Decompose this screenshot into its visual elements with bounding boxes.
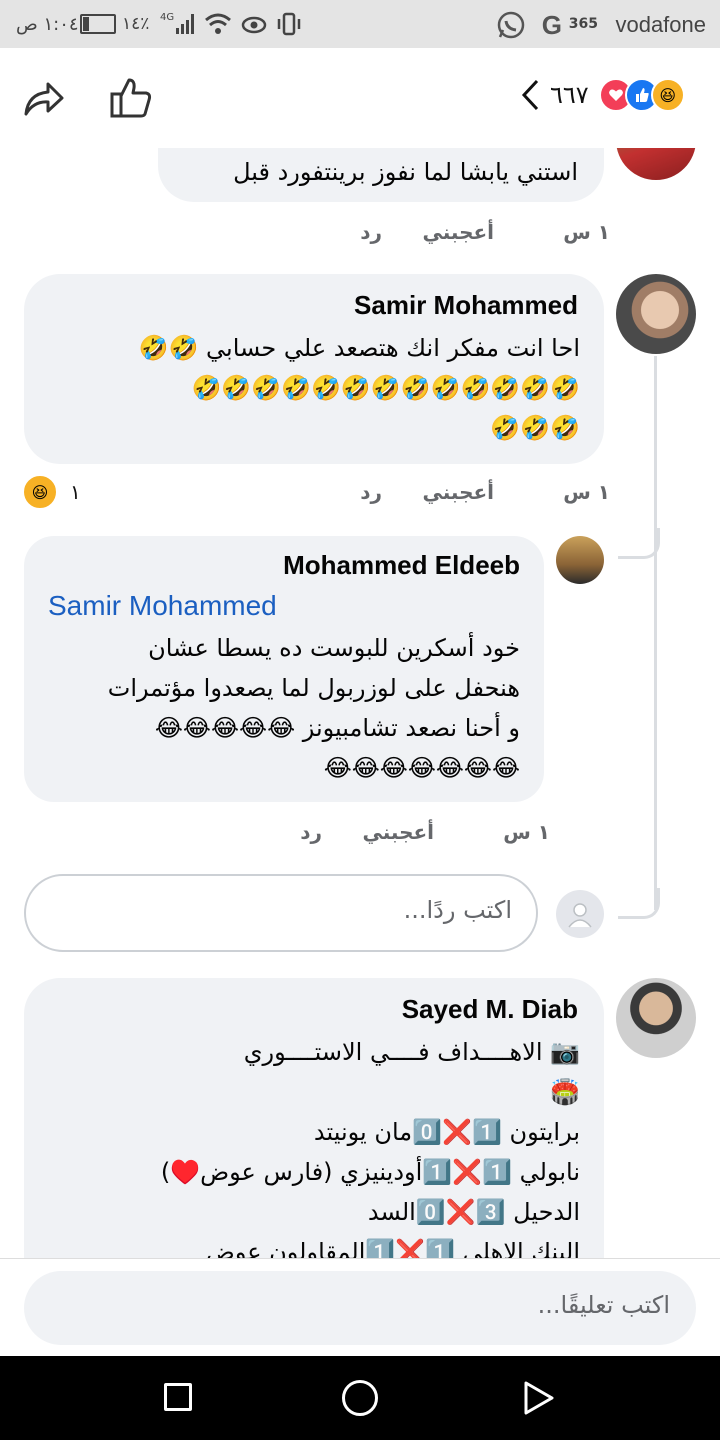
comment-line: 🤣🤣🤣🤣🤣🤣🤣🤣🤣🤣🤣🤣🤣 [191,374,580,402]
reactions-summary[interactable]: ٦٦٧ 😆 [520,78,685,112]
reply-input-placeholder: اكتب ردًا... [403,896,512,924]
like-icon[interactable] [108,76,154,120]
comment-time: ١ س [563,220,610,244]
comment-line: البنك الاهلي 1️⃣❌1️⃣المقاولون عوض [205,1238,580,1258]
reply-avatar[interactable] [556,536,604,584]
comment-line: و أحنا نصعد تشامبيونز 😂😂😂😂😂 [154,714,520,742]
comment-line: خود أسكرين للبوست ده يسطا عشان [148,634,520,662]
comment-text: احا انت مفكر انك هتصعد علي حسابي 🤣🤣 🤣🤣🤣🤣… [40,328,580,448]
status-bar: ١:٠٤ ص ١٤٪ 4G vodafone 365 G [0,0,720,48]
reply-link[interactable]: رد [360,480,382,504]
comment-input-placeholder: اكتب تعليقًا... [537,1291,670,1319]
thread-line [654,356,657,910]
share-icon[interactable] [22,78,66,118]
comment-author[interactable]: Sayed M. Diab [402,994,578,1025]
back-button[interactable] [522,1380,556,1416]
system-nav-bar [0,1356,720,1440]
comment-line: 🏟️ [550,1078,580,1106]
thread-connector [618,888,660,919]
reply-link[interactable]: رد [300,820,322,844]
like-link[interactable]: أعجبني [423,480,495,504]
comment-time: ١ س [563,480,610,504]
comment-input[interactable]: اكتب تعليقًا... [24,1271,696,1345]
carrier-name: vodafone [615,12,706,37]
reaction-count: ١ [70,480,81,504]
comment-bubble: Samir Mohammed احا انت مفكر انك هتصعد عل… [24,274,604,464]
network-type: 4G [160,12,175,23]
comment-avatar[interactable] [616,978,696,1058]
status-time: ١:٠٤ ص [16,14,79,35]
comment-composer: اكتب تعليقًا... [0,1258,720,1357]
like-link[interactable]: أعجبني [423,220,495,244]
comment-line: الدحيل 3️⃣❌0️⃣السد [367,1198,580,1226]
comment-line: 😂😂😂😂😂😂😂 [323,754,520,782]
comment-line: هنحفل على لوزربول لما يصعدوا مؤتمرات [107,674,520,702]
comment-line: نابولي 1️⃣❌1️⃣أودينيزي (فارس عوض♥️) [160,1158,580,1186]
mention-link[interactable]: Samir Mohammed [48,590,277,622]
comment-text: خود أسكرين للبوست ده يسطا عشان هنحفل على… [40,628,520,788]
battery-icon [80,14,116,34]
comment-line: 🤣🤣🤣 [490,414,580,442]
laugh-reaction-icon: 😆 [650,78,685,112]
vibrate-icon [277,12,301,36]
carrier-logo: 365 [568,16,598,32]
google-icon: G [541,10,562,40]
comment-avatar[interactable] [616,274,696,354]
comment-reaction-summary[interactable]: 😆 ١ [22,474,81,510]
reaction-count: ٦٦٧ [550,81,589,109]
signal-icon: 4G [160,12,195,34]
whatsapp-icon [497,11,525,39]
user-placeholder-icon [568,903,592,928]
comment-text: 📷 الاهــــداف فــــي الاستــــوري 🏟️ برا… [40,1032,580,1258]
comment-author[interactable]: Samir Mohammed [354,290,578,321]
comment-bubble: Sayed M. Diab 📷 الاهــــداف فــــي الاست… [24,978,604,1258]
eye-icon [241,16,267,34]
recent-apps-button[interactable] [164,1383,192,1411]
home-button[interactable] [342,1380,378,1416]
laugh-reaction-icon: 😆 [22,474,58,510]
like-link[interactable]: أعجبني [363,820,435,844]
chevron-left-icon[interactable] [520,78,540,112]
comment-author[interactable]: Mohammed Eldeeb [283,550,520,581]
reply-link[interactable]: رد [360,220,382,244]
comment-line: برايتون 1️⃣❌0️⃣مان يونيتد [313,1118,580,1146]
wifi-icon [205,13,231,34]
comment-line: 📷 الاهــــداف فــــي الاستــــوري [243,1038,580,1066]
reply-bubble: Mohammed Eldeeb Samir Mohammed خود أسكري… [24,536,544,802]
comment-text: استني يابشا لما نفوز برينتفورد قبل [233,158,578,186]
current-user-avatar [556,890,604,938]
battery-indicator: ١٤٪ [80,14,149,34]
reply-input[interactable]: اكتب ردًا... [24,874,538,952]
post-header-bar: ٦٦٧ 😆 [0,48,720,148]
comment-bubble: استني يابشا لما نفوز برينتفورد قبل [158,148,604,202]
battery-percent: ١٤٪ [122,14,150,34]
comment-line: احا انت مفكر انك هتصعد علي حسابي 🤣🤣 [138,334,580,362]
comment-avatar[interactable] [616,148,696,180]
comment-time: ١ س [503,820,550,844]
thread-connector [618,528,660,559]
comments-list[interactable]: استني يابشا لما نفوز برينتفورد قبل ١ س أ… [0,148,720,1258]
